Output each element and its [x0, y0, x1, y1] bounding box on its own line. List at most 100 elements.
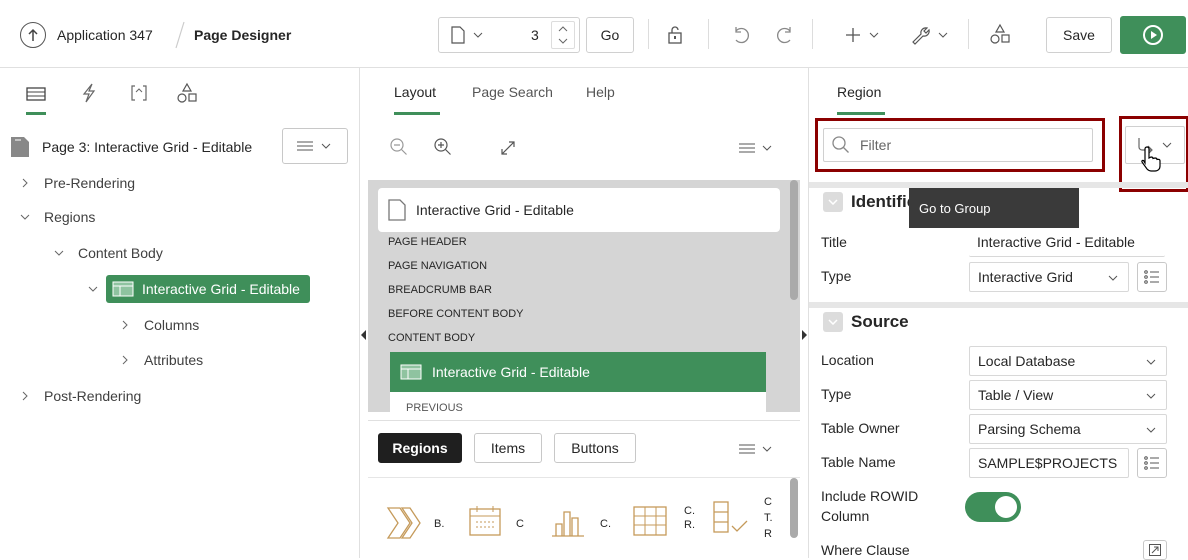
tooltip-text: Go to Group [919, 200, 991, 216]
undo-icon[interactable] [730, 24, 752, 46]
gallery-scrollbar[interactable] [790, 478, 798, 538]
region-block[interactable]: Interactive Grid - Editable PREVIOUS [390, 352, 766, 412]
chevron-down-icon [20, 214, 30, 220]
table-name-list-button[interactable] [1137, 448, 1167, 478]
table-name-input[interactable]: SAMPLE$PROJECTS [969, 448, 1129, 478]
tree-menu-button[interactable] [282, 128, 348, 164]
group-source-header[interactable]: Source [823, 312, 909, 332]
tree-node-content-body[interactable]: Content Body [52, 238, 163, 268]
zoom-in-icon[interactable] [432, 136, 454, 158]
where-clause-expand-button[interactable] [1143, 540, 1167, 560]
filter-input[interactable]: Filter [823, 128, 1093, 162]
tree-node-attributes[interactable]: Attributes [118, 345, 203, 375]
filter-placeholder: Filter [860, 137, 892, 153]
tree-node-post-rendering[interactable]: Post-Rendering [18, 381, 141, 411]
type-list-button[interactable] [1137, 262, 1167, 292]
position-page-navigation[interactable]: PAGE NAVIGATION [388, 260, 487, 272]
page-node-label: Page 3: Interactive Grid - Editable [42, 139, 253, 155]
tree-node-columns[interactable]: Columns [118, 310, 199, 340]
page-designer-title: Page Designer [194, 27, 292, 43]
position-before-content-body[interactable]: BEFORE CONTENT BODY [388, 308, 523, 320]
redo-icon[interactable] [774, 24, 796, 46]
create-menu-icon[interactable] [842, 24, 884, 46]
collapse-toggle-icon[interactable] [823, 192, 843, 212]
selected-node-highlight[interactable]: Interactive Grid - Editable [106, 275, 310, 303]
prop-label-table-name: Table Name [821, 454, 896, 470]
gallery-menu-icon[interactable] [736, 439, 776, 459]
collapse-toggle-icon[interactable] [823, 312, 843, 332]
group-title: Identific [851, 192, 917, 211]
group-title: Source [851, 312, 909, 331]
gallery-label: C T. R [764, 496, 773, 540]
go-to-group-tooltip: Go to Group [909, 188, 1079, 228]
page-number-stepper[interactable] [551, 21, 575, 49]
tree-label: Content Body [78, 245, 163, 261]
position-page-header[interactable]: PAGE HEADER [388, 236, 467, 248]
source-type-select[interactable]: Table / View [969, 380, 1167, 410]
canvas-scrollbar[interactable] [790, 180, 798, 300]
application-title[interactable]: Application 347 [57, 27, 153, 43]
navigate-up-icon[interactable] [20, 22, 46, 48]
location-select[interactable]: Local Database [969, 346, 1167, 376]
include-rowid-toggle[interactable] [965, 492, 1021, 522]
region-block-header[interactable]: Interactive Grid - Editable [390, 352, 766, 392]
left-pane: Page 3: Interactive Grid - Editable Pre-… [0, 68, 360, 558]
prop-label-title: Title [821, 234, 847, 250]
page-number-input[interactable]: 3 [531, 27, 539, 43]
tree-node-regions[interactable]: Regions [18, 202, 95, 232]
tree-node-ig-region[interactable]: Interactive Grid - Editable [86, 274, 310, 304]
table-name-value: SAMPLE$PROJECTS [978, 455, 1118, 471]
tab-region[interactable]: Region [837, 84, 881, 100]
utilities-wrench-icon[interactable] [908, 24, 952, 46]
tab-help[interactable]: Help [586, 84, 615, 100]
tree-label: Interactive Grid - Editable [142, 281, 300, 297]
open-editor-icon [1149, 544, 1161, 556]
run-page-button[interactable] [1120, 16, 1186, 54]
zoom-out-icon[interactable] [388, 136, 410, 158]
go-button[interactable]: Go [586, 17, 634, 53]
chevron-down-icon [1146, 393, 1156, 399]
list-icon [1144, 456, 1159, 470]
position-breadcrumb-bar[interactable]: BREADCRUMB BAR [388, 284, 492, 296]
dynamic-actions-icon[interactable] [78, 82, 100, 104]
page-card-label: Interactive Grid - Editable [416, 202, 574, 218]
breadcrumb-region-icon[interactable] [386, 506, 426, 540]
processing-icon[interactable] [128, 82, 150, 104]
chart-region-icon[interactable] [550, 504, 586, 538]
collapse-left-pane-icon[interactable] [361, 330, 367, 340]
unlock-icon[interactable] [664, 24, 686, 46]
gallery-tab-items[interactable]: Items [474, 433, 542, 463]
title-field[interactable]: Interactive Grid - Editable [969, 227, 1165, 257]
position-content-body[interactable]: CONTENT BODY [388, 332, 475, 344]
page-type-dropdown[interactable]: 3 [438, 17, 580, 53]
page-node[interactable]: Page 3: Interactive Grid - Editable [10, 136, 252, 158]
group-identification-header[interactable]: Identific [823, 192, 916, 212]
page-icon [451, 26, 465, 44]
gallery-tab-regions[interactable]: Regions [378, 433, 462, 463]
chevron-right-icon [22, 391, 28, 401]
calendar-region-icon[interactable] [468, 504, 502, 538]
tab-page-search[interactable]: Page Search [472, 84, 553, 100]
tree-region-icon[interactable] [712, 500, 752, 538]
save-button[interactable]: Save [1046, 17, 1112, 53]
prop-label-table-owner: Table Owner [821, 420, 900, 436]
page-icon [11, 137, 29, 157]
go-to-group-button[interactable] [1125, 126, 1185, 172]
center-pane: Layout Page Search Help Interactive Grid… [368, 68, 800, 558]
tab-layout[interactable]: Layout [394, 84, 436, 100]
type-select[interactable]: Interactive Grid [969, 262, 1129, 292]
tree-node-pre-rendering[interactable]: Pre-Rendering [18, 168, 135, 198]
classic-report-icon[interactable] [632, 504, 668, 538]
rendering-tab-icon[interactable] [24, 84, 48, 104]
table-owner-select[interactable]: Parsing Schema [969, 414, 1167, 444]
gallery-tab-buttons[interactable]: Buttons [554, 433, 636, 463]
gallery-label: B. [434, 518, 445, 530]
shared-components-icon[interactable] [988, 22, 1012, 46]
chevron-down-icon [1146, 359, 1156, 365]
page-shared-components-icon[interactable] [176, 82, 198, 104]
layout-menu-icon[interactable] [736, 138, 776, 158]
page-card[interactable]: Interactive Grid - Editable [378, 188, 780, 232]
prop-label-rowid-1: Include ROWID [821, 488, 919, 504]
expand-icon[interactable] [498, 138, 518, 158]
play-circle-icon [1143, 25, 1163, 45]
